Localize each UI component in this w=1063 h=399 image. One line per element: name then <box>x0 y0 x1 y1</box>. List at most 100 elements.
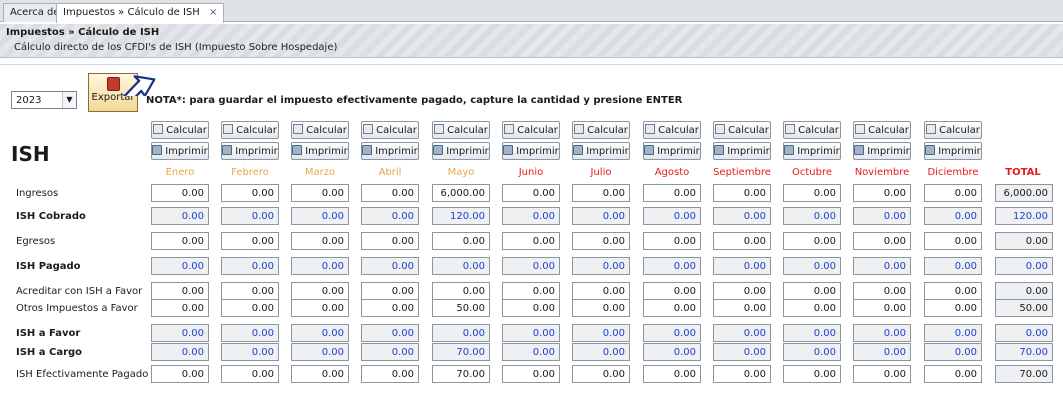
calcular-button[interactable]: Calcular <box>924 121 982 139</box>
value-cell-diciembre[interactable]: 0.00 <box>924 282 982 300</box>
calcular-button[interactable]: Calcular <box>432 121 490 139</box>
calculator-icon <box>855 124 866 134</box>
value-cell-diciembre[interactable]: 0.00 <box>924 232 982 250</box>
calcular-button[interactable]: Calcular <box>713 121 771 139</box>
value-cell-diciembre[interactable]: 0.00 <box>924 365 982 383</box>
value-cell-febrero[interactable]: 0.00 <box>221 299 279 317</box>
value-cell-junio[interactable]: 0.00 <box>502 232 560 250</box>
imprimir-button[interactable]: Imprimir <box>572 142 630 160</box>
value-cell-febrero[interactable]: 0.00 <box>221 365 279 383</box>
imprimir-button[interactable]: Imprimir <box>853 142 911 160</box>
value-cell-noviembre[interactable]: 0.00 <box>853 232 911 250</box>
row-label: ISH a Cargo <box>16 347 83 358</box>
value-cell-enero[interactable]: 0.00 <box>151 232 209 250</box>
calcular-label: Calcular <box>166 125 207 136</box>
value-cell-agosto[interactable]: 0.00 <box>643 299 701 317</box>
value-cell-septiembre[interactable]: 0.00 <box>713 232 771 250</box>
value-cell-febrero[interactable]: 0.00 <box>221 232 279 250</box>
imprimir-button[interactable]: Imprimir <box>643 142 701 160</box>
value-cell-abril[interactable]: 0.00 <box>361 184 419 202</box>
value-cell-septiembre[interactable]: 0.00 <box>713 282 771 300</box>
value-cell-octubre[interactable]: 0.00 <box>783 282 841 300</box>
calcular-button[interactable]: Calcular <box>151 121 209 139</box>
calcular-button[interactable]: Calcular <box>291 121 349 139</box>
calcular-button[interactable]: Calcular <box>572 121 630 139</box>
value-cell-julio[interactable]: 0.00 <box>572 232 630 250</box>
value-cell-julio[interactable]: 0.00 <box>572 299 630 317</box>
value-cell-junio[interactable]: 0.00 <box>502 184 560 202</box>
value-cell-agosto[interactable]: 0.00 <box>643 184 701 202</box>
value-cell-mayo[interactable]: 70.00 <box>432 365 490 383</box>
value-cell-marzo[interactable]: 0.00 <box>291 232 349 250</box>
value-cell-noviembre[interactable]: 0.00 <box>853 365 911 383</box>
imprimir-button[interactable]: Imprimir <box>713 142 771 160</box>
value-cell-febrero[interactable]: 0.00 <box>221 282 279 300</box>
value-cell-octubre[interactable]: 0.00 <box>783 299 841 317</box>
value-cell-noviembre[interactable]: 0.00 <box>853 184 911 202</box>
value-cell-agosto[interactable]: 0.00 <box>643 365 701 383</box>
imprimir-button[interactable]: Imprimir <box>361 142 419 160</box>
value-cell-julio: 0.00 <box>572 343 630 361</box>
value-cell-marzo[interactable]: 0.00 <box>291 365 349 383</box>
imprimir-button[interactable]: Imprimir <box>221 142 279 160</box>
value-cell-octubre[interactable]: 0.00 <box>783 365 841 383</box>
total-cell: 50.00 <box>995 299 1053 317</box>
tab-label: Impuestos » Cálculo de ISH <box>63 7 200 18</box>
calcular-button[interactable]: Calcular <box>361 121 419 139</box>
imprimir-button[interactable]: Imprimir <box>151 142 209 160</box>
value-cell-junio[interactable]: 0.00 <box>502 299 560 317</box>
value-cell-septiembre[interactable]: 0.00 <box>713 299 771 317</box>
calcular-button[interactable]: Calcular <box>502 121 560 139</box>
value-cell-mayo[interactable]: 50.00 <box>432 299 490 317</box>
calcular-label: Calcular <box>236 125 277 136</box>
value-cell-abril[interactable]: 0.00 <box>361 232 419 250</box>
value-cell-septiembre[interactable]: 0.00 <box>713 365 771 383</box>
value-cell-enero[interactable]: 0.00 <box>151 299 209 317</box>
value-cell-marzo[interactable]: 0.00 <box>291 184 349 202</box>
page-title: Impuestos » Cálculo de ISH <box>6 27 160 38</box>
calculator-icon <box>363 124 374 134</box>
value-cell-abril[interactable]: 0.00 <box>361 299 419 317</box>
close-icon[interactable]: × <box>209 7 217 18</box>
value-cell-octubre[interactable]: 0.00 <box>783 184 841 202</box>
value-cell-noviembre[interactable]: 0.00 <box>853 299 911 317</box>
value-cell-junio[interactable]: 0.00 <box>502 365 560 383</box>
value-cell-marzo[interactable]: 0.00 <box>291 299 349 317</box>
value-cell-febrero[interactable]: 0.00 <box>221 184 279 202</box>
value-cell-abril[interactable]: 0.00 <box>361 282 419 300</box>
value-cell-septiembre[interactable]: 0.00 <box>713 184 771 202</box>
imprimir-button[interactable]: Imprimir <box>432 142 490 160</box>
value-cell-mayo[interactable]: 0.00 <box>432 282 490 300</box>
calcular-button[interactable]: Calcular <box>853 121 911 139</box>
value-cell-noviembre[interactable]: 0.00 <box>853 282 911 300</box>
calcular-button[interactable]: Calcular <box>221 121 279 139</box>
value-cell-junio: 0.00 <box>502 343 560 361</box>
value-cell-mayo[interactable]: 0.00 <box>432 232 490 250</box>
value-cell-enero[interactable]: 0.00 <box>151 184 209 202</box>
value-cell-octubre[interactable]: 0.00 <box>783 232 841 250</box>
value-cell-junio[interactable]: 0.00 <box>502 282 560 300</box>
calcular-button[interactable]: Calcular <box>783 121 841 139</box>
tab-calculo-ish[interactable]: Impuestos » Cálculo de ISH × <box>56 3 225 23</box>
imprimir-button[interactable]: Imprimir <box>291 142 349 160</box>
value-cell-mayo[interactable]: 6,000.00 <box>432 184 490 202</box>
value-cell-julio[interactable]: 0.00 <box>572 184 630 202</box>
imprimir-button[interactable]: Imprimir <box>502 142 560 160</box>
value-cell-agosto[interactable]: 0.00 <box>643 282 701 300</box>
value-cell-enero[interactable]: 0.00 <box>151 282 209 300</box>
year-select[interactable]: 2023 ▼ <box>11 91 77 109</box>
calcular-button[interactable]: Calcular <box>643 121 701 139</box>
imprimir-button[interactable]: Imprimir <box>783 142 841 160</box>
value-cell-marzo[interactable]: 0.00 <box>291 282 349 300</box>
value-cell-julio: 0.00 <box>572 257 630 275</box>
value-cell-diciembre[interactable]: 0.00 <box>924 184 982 202</box>
value-cell-julio[interactable]: 0.00 <box>572 365 630 383</box>
value-cell-julio[interactable]: 0.00 <box>572 282 630 300</box>
value-cell-septiembre: 0.00 <box>713 257 771 275</box>
imprimir-button[interactable]: Imprimir <box>924 142 982 160</box>
value-cell-enero[interactable]: 0.00 <box>151 365 209 383</box>
value-cell-agosto[interactable]: 0.00 <box>643 232 701 250</box>
value-cell-diciembre[interactable]: 0.00 <box>924 299 982 317</box>
chevron-down-icon[interactable]: ▼ <box>62 92 76 108</box>
value-cell-abril[interactable]: 0.00 <box>361 365 419 383</box>
